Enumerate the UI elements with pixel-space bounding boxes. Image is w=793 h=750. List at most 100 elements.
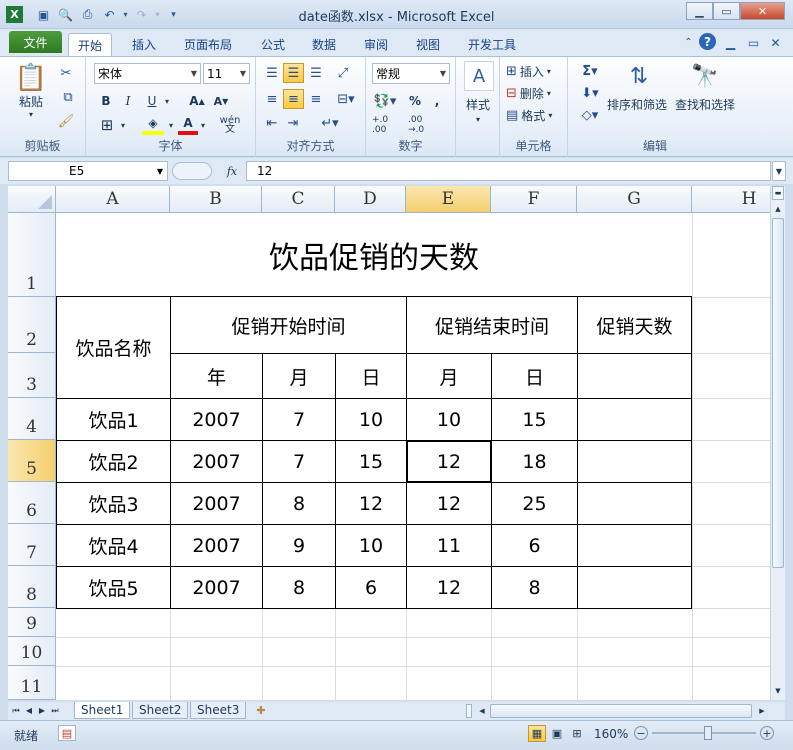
fill-color-icon[interactable]: ◈ [142,115,164,135]
close-button[interactable]: ✕ [740,2,785,20]
table-cell-days[interactable] [577,566,692,609]
sub-header-year[interactable]: 年 [170,353,263,399]
sub-header-days-empty[interactable] [577,353,692,399]
table-cell[interactable]: 11 [406,524,492,567]
restore-button[interactable]: ▭ [713,2,740,20]
sort-filter-icon[interactable]: ⇅ [608,61,670,91]
cut-icon[interactable]: ✂ [56,63,76,83]
table-cell-days[interactable] [577,398,692,441]
next-sheet-icon[interactable]: ▶ [36,703,48,718]
sheet-tab-2[interactable]: Sheet2 [132,702,189,719]
table-cell-days[interactable] [577,482,692,525]
table-cell[interactable]: 15 [491,398,578,441]
formula-splitter[interactable] [172,162,212,180]
table-cell[interactable]: 12 [406,482,492,525]
align-left-icon[interactable]: ≡ [262,89,282,109]
column-header-f[interactable]: F [491,186,577,213]
row-header-8[interactable]: 8 [8,566,56,608]
underline-button[interactable]: U [142,91,162,111]
merge-center-icon[interactable]: ⊟▾ [332,89,360,109]
table-cell[interactable]: 2007 [170,398,263,441]
sub-header-end-day[interactable]: 日 [491,353,578,399]
align-middle-icon[interactable]: ☰ [283,63,304,83]
minimize-button[interactable]: ▁ [686,2,713,20]
shrink-font-icon[interactable]: A ▼ [210,91,232,111]
row-header-7[interactable]: 7 [8,524,56,566]
zoom-level[interactable]: 160% [594,727,628,741]
table-cell-days[interactable] [577,524,692,567]
last-sheet-icon[interactable]: ⏭ [49,703,61,718]
font-name-select[interactable]: 宋体 ▼ [94,63,201,84]
table-cell[interactable]: 7 [262,398,336,441]
table-cell[interactable]: 6 [335,566,407,609]
phonetic-icon[interactable]: wén 文 [216,115,244,135]
table-cell[interactable]: 饮品4 [56,524,171,567]
table-cell[interactable]: 7 [262,440,336,483]
column-header-d[interactable]: D [335,186,406,213]
table-cell[interactable]: 25 [491,482,578,525]
table-cell[interactable]: 12 [406,566,492,609]
styles-button[interactable]: 样式 [456,95,500,113]
styles-icon[interactable]: A [464,61,494,91]
column-header-e[interactable]: E [406,186,491,213]
table-cell[interactable]: 6 [491,524,578,567]
table-cell[interactable]: 饮品5 [56,566,171,609]
insert-function-icon[interactable]: fx [222,162,242,180]
clear-icon[interactable]: ◇▾ [576,106,604,124]
table-cell[interactable]: 18 [491,440,578,483]
sheet-tab-3[interactable]: Sheet3 [190,702,247,719]
table-cell[interactable]: 8 [262,482,336,525]
table-cell[interactable]: 饮品3 [56,482,171,525]
header-days[interactable]: 促销天数 [577,296,692,354]
insert-cells-button[interactable]: ⊞ 插入 ▾ [506,62,564,80]
row-header-9[interactable]: 9 [8,608,56,637]
table-cell[interactable]: 饮品2 [56,440,171,483]
sub-header-end-month[interactable]: 月 [406,353,492,399]
align-center-icon[interactable]: ≡ [283,89,304,109]
scroll-down-icon[interactable]: ▼ [772,684,784,698]
align-right-icon[interactable]: ≡ [306,89,326,109]
tab-developer[interactable]: 开发工具 [459,33,525,56]
doc-close-icon[interactable]: ✕ [767,34,784,51]
row-header-4[interactable]: 4 [8,398,56,440]
expand-formula-icon[interactable]: ▼ [772,161,786,181]
tab-page-layout[interactable]: 页面布局 [175,33,241,56]
fill-dropdown-icon[interactable]: ▾ [166,115,176,135]
border-icon[interactable]: ⊞ [96,115,118,135]
orientation-icon[interactable]: ⤢ [332,63,354,83]
tab-formulas[interactable]: 公式 [252,33,294,56]
underline-dropdown-icon[interactable]: ▾ [162,91,172,111]
row-header-10[interactable]: 10 [8,637,56,666]
tab-insert[interactable]: 插入 [123,33,165,56]
zoom-in-icon[interactable]: + [760,726,774,740]
font-color-icon[interactable]: A [178,115,198,135]
grow-font-icon[interactable]: A ▲ [186,91,208,111]
scroll-up-icon[interactable]: ▲ [772,202,784,216]
tab-view[interactable]: 视图 [407,33,449,56]
fill-icon[interactable]: ⬇▾ [576,84,604,102]
page-break-view-icon[interactable]: ⊞ [568,725,586,742]
font-size-select[interactable]: 11 ▼ [203,63,250,84]
table-cell[interactable]: 10 [406,398,492,441]
currency-icon[interactable]: 💱▾ [372,91,398,111]
column-header-g[interactable]: G [577,186,692,213]
help-icon[interactable]: ? [699,33,716,50]
zoom-out-icon[interactable]: − [634,726,648,740]
header-drink-name[interactable]: 饮品名称 [56,296,171,399]
paste-button[interactable]: 📋 粘贴 ▾ [10,61,52,121]
header-end-time[interactable]: 促销结束时间 [406,296,578,354]
doc-restore-icon[interactable]: ▭ [745,34,762,51]
number-format-select[interactable]: 常规 ▼ [372,63,450,84]
format-cells-button[interactable]: ▤ 格式 ▾ [506,106,564,124]
table-cell[interactable]: 8 [491,566,578,609]
row-header-6[interactable]: 6 [8,482,56,524]
row-header-1[interactable]: 1 [8,213,56,297]
table-cell[interactable]: 10 [335,398,407,441]
increase-indent-icon[interactable]: ⇥ [283,113,303,133]
table-cell[interactable]: 10 [335,524,407,567]
table-cell-days[interactable] [577,440,692,483]
vertical-scroll-thumb[interactable] [772,218,784,568]
first-sheet-icon[interactable]: ⏮ [10,703,22,718]
split-box-icon[interactable]: ▬ [772,186,784,200]
normal-view-icon[interactable]: ▦ [528,725,546,742]
